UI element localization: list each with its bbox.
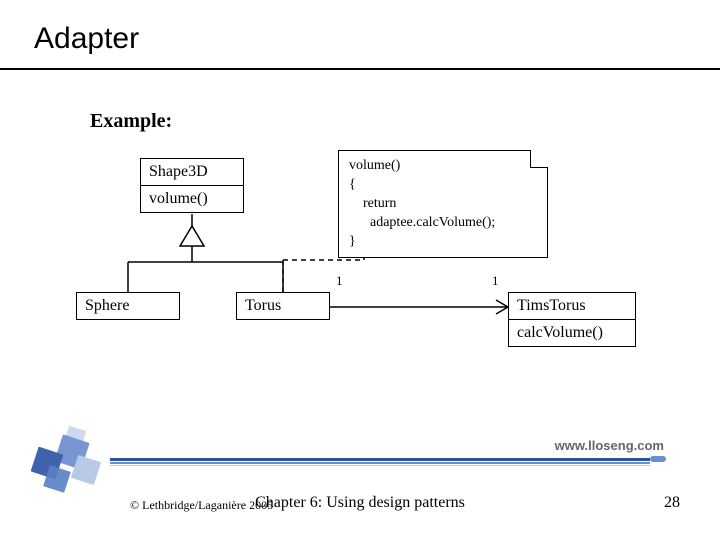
footer-rule [110,458,650,461]
page-number: 28 [664,494,680,512]
title-rule [0,68,720,70]
footer-chapter: Chapter 6: Using design patterns [0,494,720,512]
example-label: Example: [90,110,172,133]
footer-rule [110,462,650,464]
uml-diagram: Shape3D volume() volume() { return adapt… [68,150,658,360]
footer-url: www.lloseng.com [555,438,664,453]
slide-title: Adapter [34,22,139,56]
logo-shape [43,465,71,493]
slide: Adapter Example: Shape3D volume() volume… [0,0,720,540]
footer-logo [22,420,122,500]
footer-rule [110,465,650,466]
footer-rule-cap [650,456,666,462]
uml-connectors [68,150,658,360]
